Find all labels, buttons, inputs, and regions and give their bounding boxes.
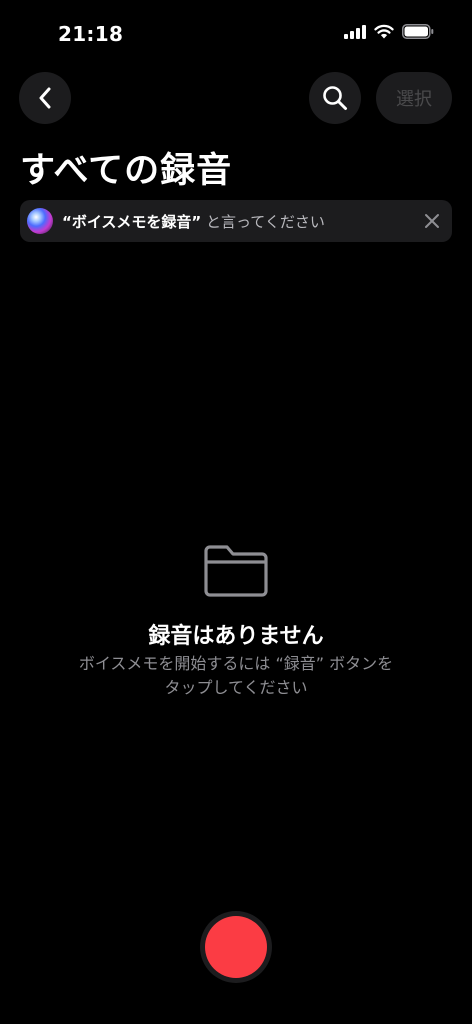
voice-memos-screen: 21:18 選択 すべての録音 “ボイスメモを録音” と言ってください 録音はあ… [0, 0, 472, 1024]
folder-icon [204, 545, 268, 597]
record-button-dot [205, 916, 267, 978]
record-button[interactable] [200, 911, 272, 983]
empty-state-description: ボイスメモを開始するには “録音” ボタンを タップしてください [0, 652, 472, 700]
page-title: すべての録音 [20, 151, 233, 191]
empty-state-title: 録音はありません [148, 624, 324, 649]
siri-icon [27, 208, 53, 234]
search-icon [323, 86, 347, 110]
wifi-icon [374, 24, 394, 39]
status-bar: 21:18 [0, 0, 472, 64]
siri-suggestion-phrase: “ボイスメモを録音” [62, 213, 202, 231]
siri-suggestion-banner[interactable]: “ボイスメモを録音” と言ってください [20, 200, 452, 242]
back-button[interactable] [19, 72, 71, 124]
close-icon[interactable] [422, 211, 442, 231]
status-time: 21:18 [58, 22, 124, 46]
chevron-left-icon [39, 87, 51, 109]
empty-state-line-1: ボイスメモを開始するには “録音” ボタンを [78, 654, 394, 673]
status-icons [344, 24, 434, 39]
empty-state-line-2: タップしてください [164, 678, 308, 697]
cellular-signal-icon [344, 24, 366, 39]
select-button[interactable]: 選択 [376, 72, 452, 124]
siri-suggestion-suffix: と言ってください [201, 213, 325, 231]
siri-suggestion-text: “ボイスメモを録音” と言ってください [62, 211, 325, 232]
search-button[interactable] [309, 72, 361, 124]
battery-icon [402, 24, 434, 39]
